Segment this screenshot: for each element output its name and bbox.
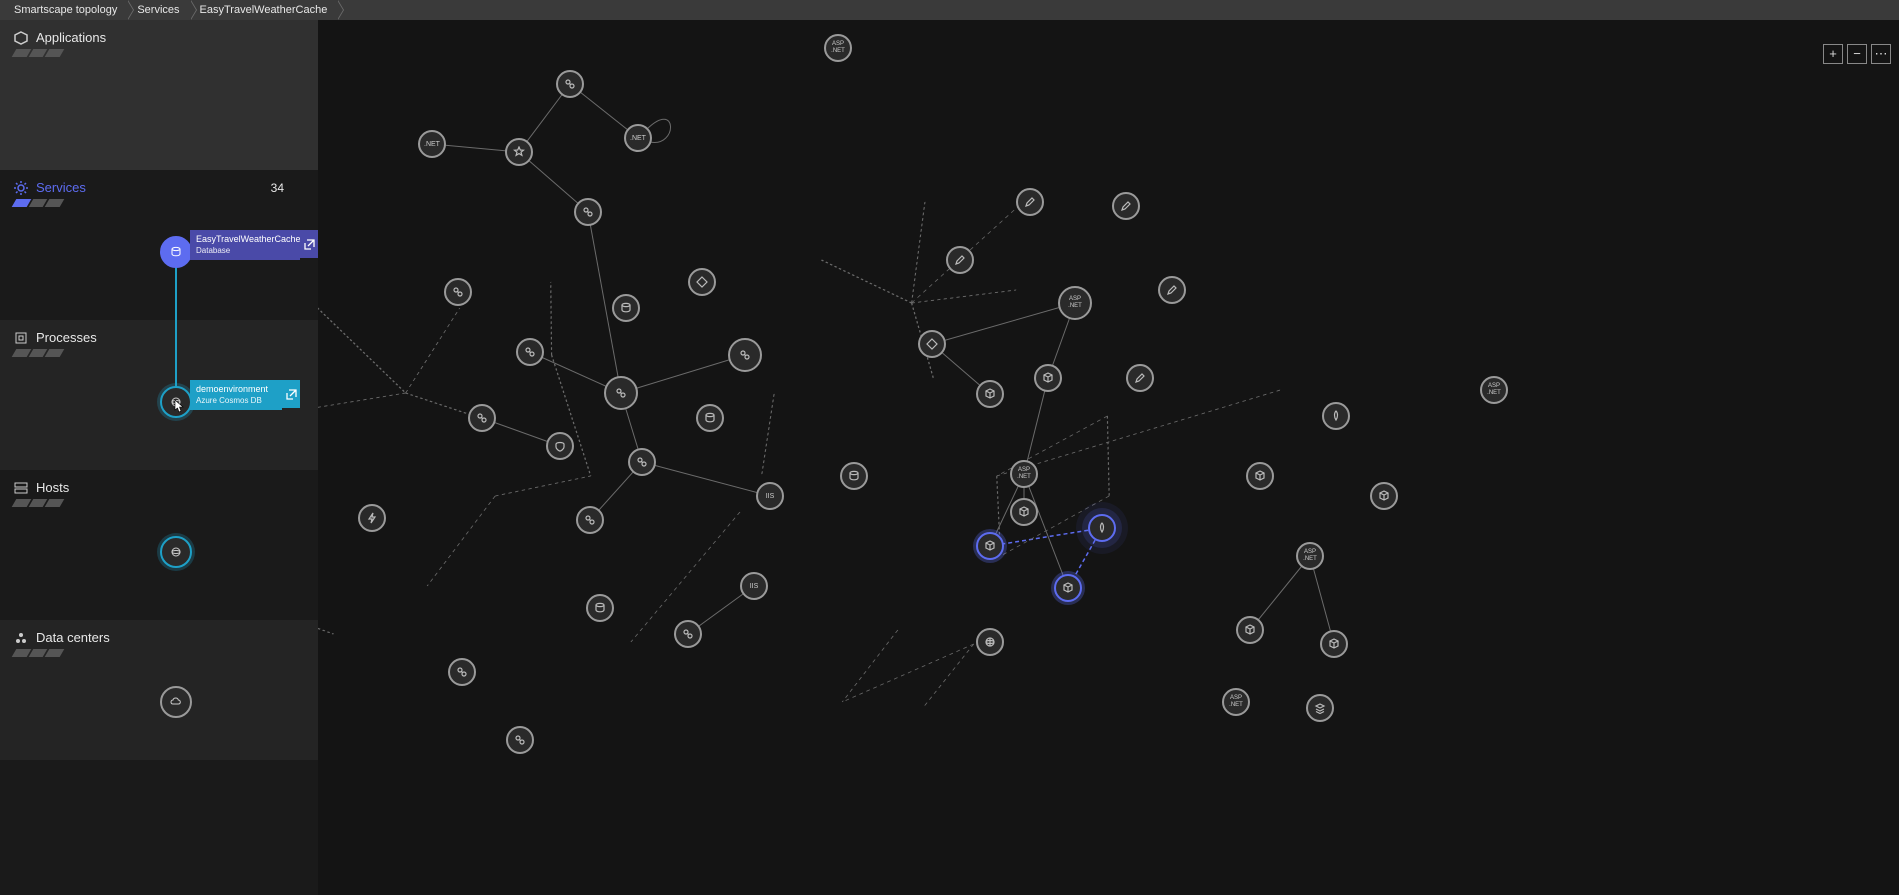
- topology-node[interactable]: [628, 448, 656, 476]
- topology-node[interactable]: [840, 462, 868, 490]
- layer-label: Applications: [36, 30, 106, 45]
- process-card[interactable]: demoenvironment Azure Cosmos DB: [190, 380, 282, 410]
- open-link-icon[interactable]: [282, 380, 300, 408]
- topology-node[interactable]: [576, 506, 604, 534]
- topology-node[interactable]: [604, 376, 638, 410]
- card-subtitle: Azure Cosmos DB: [196, 395, 276, 406]
- topology-node[interactable]: [1306, 694, 1334, 722]
- topology-node[interactable]: IIS: [756, 482, 784, 510]
- breadcrumb-item[interactable]: Services: [127, 0, 189, 20]
- datacenter-icon: [14, 631, 28, 645]
- topology-node[interactable]: [505, 138, 533, 166]
- service-card[interactable]: EasyTravelWeatherCache Database: [190, 230, 300, 260]
- topology-node[interactable]: ASP.NET: [1296, 542, 1324, 570]
- layer-node-service[interactable]: [160, 236, 192, 268]
- topology-node[interactable]: [696, 404, 724, 432]
- card-subtitle: Database: [196, 245, 294, 256]
- card-title: EasyTravelWeatherCache: [196, 234, 294, 245]
- topology-node[interactable]: ASP.NET: [1480, 376, 1508, 404]
- layer-hosts[interactable]: Hosts: [0, 470, 318, 620]
- topology-node[interactable]: [444, 278, 472, 306]
- topology-node[interactable]: [448, 658, 476, 686]
- breadcrumb: Smartscape topology Services EasyTravelW…: [0, 0, 1899, 20]
- hexagon-icon: [14, 31, 28, 45]
- topology-node[interactable]: [612, 294, 640, 322]
- topology-node[interactable]: [976, 380, 1004, 408]
- layer-count: 34: [271, 181, 284, 195]
- topology-node[interactable]: [574, 198, 602, 226]
- topology-node[interactable]: ASP.NET: [1058, 286, 1092, 320]
- server-icon: [14, 481, 28, 495]
- topology-node[interactable]: [976, 532, 1004, 560]
- breadcrumb-item[interactable]: EasyTravelWeatherCache: [190, 0, 338, 20]
- topology-node[interactable]: [1236, 616, 1264, 644]
- topology-node[interactable]: [688, 268, 716, 296]
- topology-node[interactable]: [1158, 276, 1186, 304]
- topology-node[interactable]: [556, 70, 584, 98]
- topology-node[interactable]: [1126, 364, 1154, 392]
- layer-services[interactable]: Services 34 EasyTravelWeatherCache Datab…: [0, 170, 318, 320]
- layers-sidebar: Applications Services 34 EasyTravelWeath…: [0, 20, 318, 895]
- more-button[interactable]: ⋯: [1871, 44, 1891, 64]
- topology-canvas[interactable]: + − ⋯ .NET .NET ASP.NET IIS IIS ASP.NET ASP.NE…: [318, 20, 1899, 895]
- topology-node[interactable]: [918, 330, 946, 358]
- layer-label: Processes: [36, 330, 97, 345]
- topology-node[interactable]: [516, 338, 544, 366]
- canvas-toolbar: + − ⋯: [1823, 44, 1891, 64]
- topology-node[interactable]: .NET: [624, 124, 652, 152]
- zoom-in-button[interactable]: +: [1823, 44, 1843, 64]
- topology-node[interactable]: ASP.NET: [1222, 688, 1250, 716]
- layer-processes[interactable]: Processes demoenvironment Azure Cosmos D…: [0, 320, 318, 470]
- topology-node[interactable]: [1322, 402, 1350, 430]
- topology-node[interactable]: [976, 628, 1004, 656]
- topology-node[interactable]: [728, 338, 762, 372]
- gear-icon: [14, 181, 28, 195]
- topology-node[interactable]: ASP.NET: [824, 34, 852, 62]
- process-icon: [14, 331, 28, 345]
- layer-datacenters[interactable]: Data centers: [0, 620, 318, 760]
- card-title: demoenvironment: [196, 384, 276, 395]
- topology-node[interactable]: IIS: [740, 572, 768, 600]
- layer-applications[interactable]: Applications: [0, 20, 318, 170]
- topology-node[interactable]: [546, 432, 574, 460]
- topology-node[interactable]: [1246, 462, 1274, 490]
- topology-node[interactable]: [1370, 482, 1398, 510]
- topology-node[interactable]: [586, 594, 614, 622]
- layer-label: Services: [36, 180, 86, 195]
- topology-node[interactable]: [1016, 188, 1044, 216]
- topology-node[interactable]: [468, 404, 496, 432]
- topology-node[interactable]: [1010, 498, 1038, 526]
- topology-node[interactable]: [946, 246, 974, 274]
- layer-node-process[interactable]: [160, 386, 192, 418]
- topology-node[interactable]: [1034, 364, 1062, 392]
- topology-node[interactable]: ASP.NET: [1010, 460, 1038, 488]
- zoom-out-button[interactable]: −: [1847, 44, 1867, 64]
- layer-label: Hosts: [36, 480, 69, 495]
- topology-node[interactable]: .NET: [418, 130, 446, 158]
- topology-node[interactable]: [358, 504, 386, 532]
- topology-node[interactable]: [1088, 514, 1116, 542]
- layer-label: Data centers: [36, 630, 110, 645]
- open-link-icon[interactable]: [300, 230, 318, 258]
- layer-node-host[interactable]: [160, 536, 192, 568]
- topology-node[interactable]: [1320, 630, 1348, 658]
- topology-node[interactable]: [1112, 192, 1140, 220]
- topology-node[interactable]: [506, 726, 534, 754]
- topology-node[interactable]: [1054, 574, 1082, 602]
- topology-node[interactable]: [674, 620, 702, 648]
- breadcrumb-item[interactable]: Smartscape topology: [4, 0, 127, 20]
- layer-node-datacenter[interactable]: [160, 686, 192, 718]
